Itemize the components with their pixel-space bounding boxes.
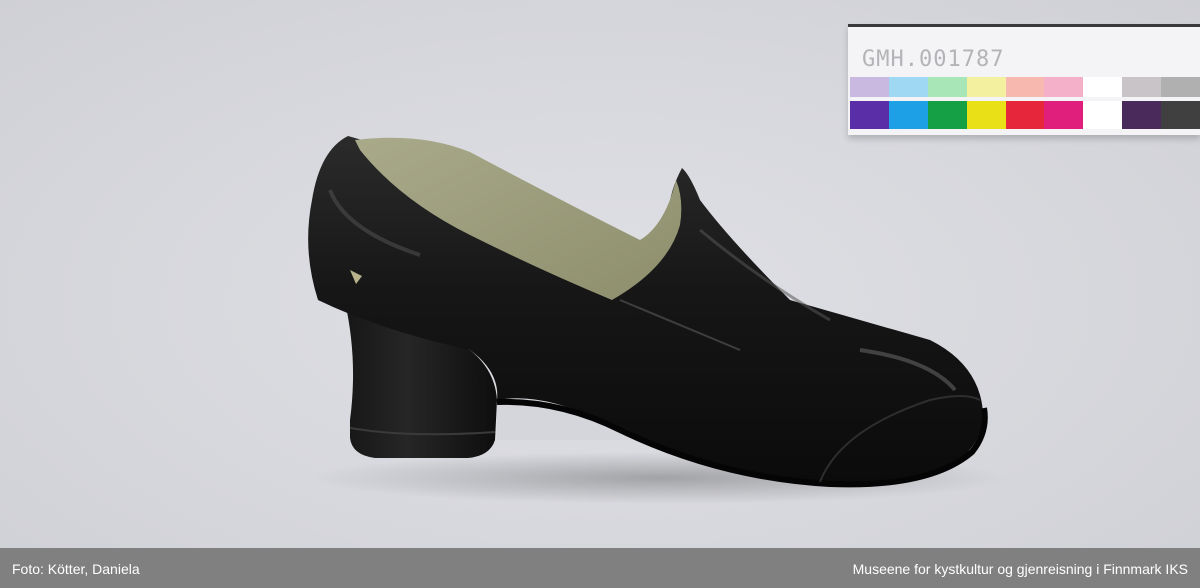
color-swatch <box>927 77 967 129</box>
color-swatch-strip <box>850 77 1200 129</box>
photo-area: GMH.001787 <box>0 0 1200 548</box>
color-reference-card: GMH.001787 <box>848 24 1200 135</box>
caption-bar: Foto: Kötter, Daniela Museene for kystku… <box>0 548 1200 588</box>
color-swatch <box>888 77 928 129</box>
color-swatch <box>1161 77 1200 129</box>
color-swatch <box>1083 77 1123 129</box>
photo-credit: Foto: Kötter, Daniela <box>12 561 140 577</box>
color-swatch <box>1005 77 1045 129</box>
color-swatch <box>1122 77 1162 129</box>
color-swatch <box>966 77 1006 129</box>
color-swatch <box>850 77 889 129</box>
color-swatch <box>1044 77 1084 129</box>
institution-name: Museene for kystkultur og gjenreisning i… <box>852 561 1188 577</box>
accession-number: GMH.001787 <box>862 47 1005 72</box>
